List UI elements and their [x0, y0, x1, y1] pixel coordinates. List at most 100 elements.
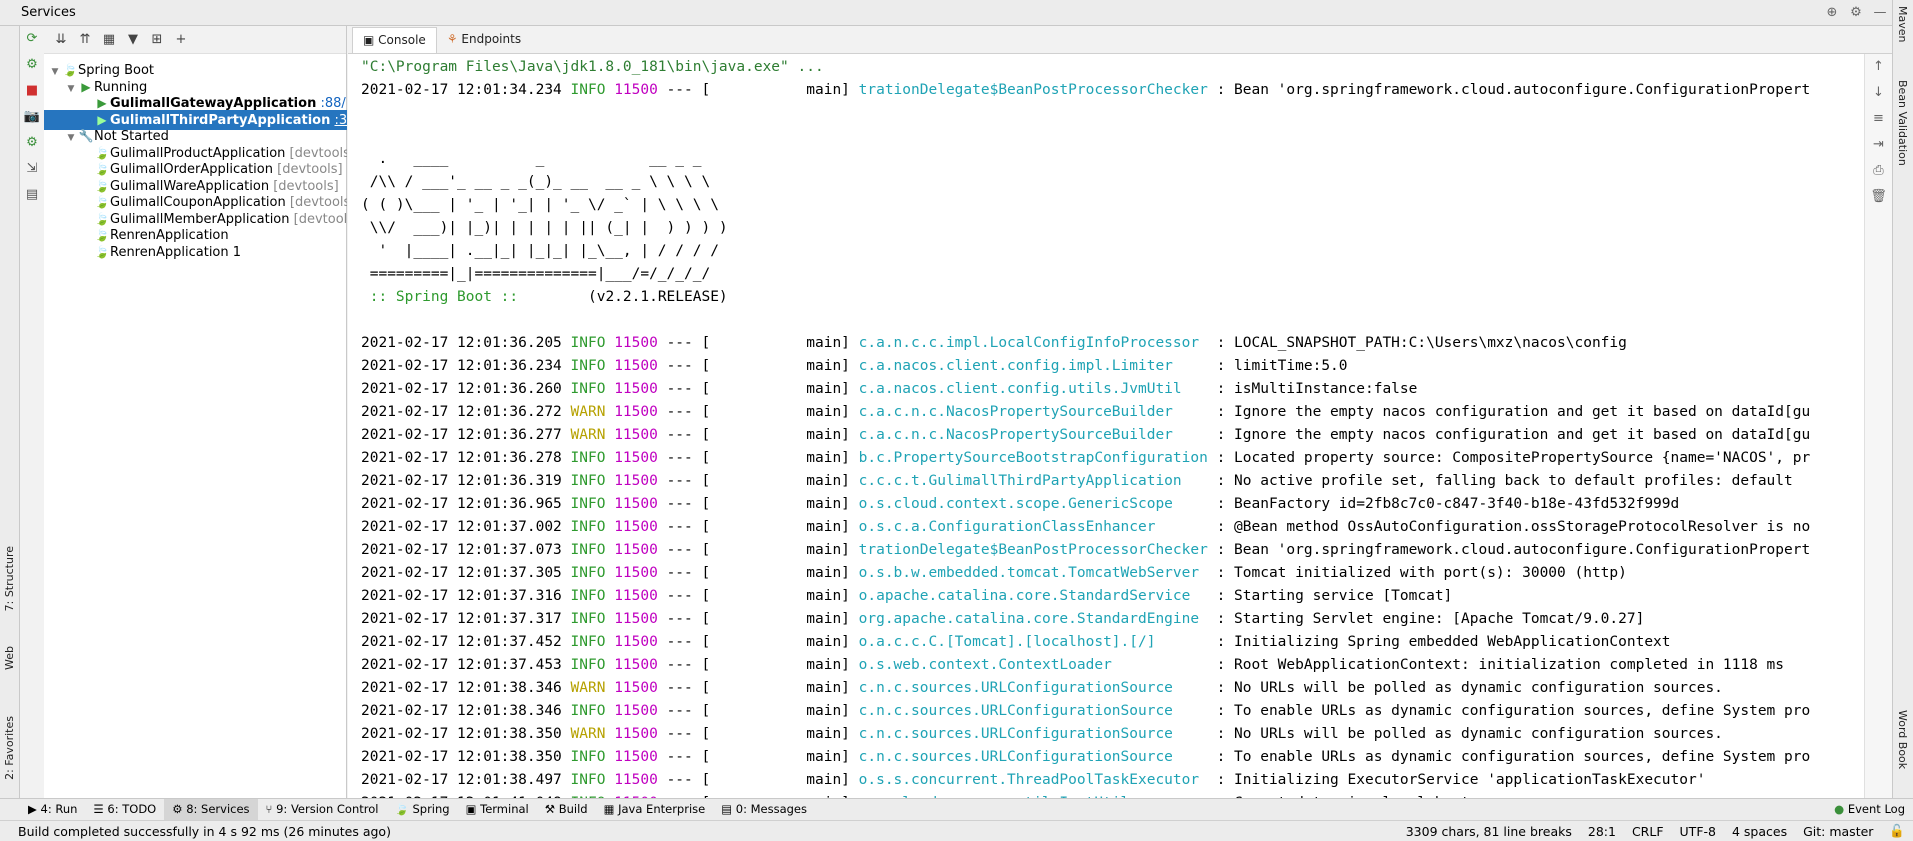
maven-tab[interactable]: Maven	[1896, 6, 1909, 42]
rerun-icon[interactable]: ⟳	[20, 26, 44, 52]
scroll-up-icon[interactable]: ↑	[1865, 54, 1892, 80]
line-separator[interactable]: CRLF	[1624, 824, 1672, 839]
indent-setting[interactable]: 4 spaces	[1724, 824, 1795, 839]
log-pid: 11500	[614, 634, 658, 650]
log-message: : Starting Servlet engine: [Apache Tomca…	[1207, 611, 1645, 627]
expand-all-icon[interactable]: ⇊	[50, 32, 72, 47]
bottom-tab[interactable]: ▤ 0: Messages	[713, 799, 815, 821]
tab-console[interactable]: ▣ Console	[352, 27, 437, 53]
bottom-tab[interactable]: ▦ Java Enterprise	[596, 799, 714, 821]
bottom-tab-icon: 🍃	[394, 801, 409, 816]
bottom-tab[interactable]: ▣ Terminal	[458, 799, 537, 821]
log-timestamp: 2021-02-17 12:01:37.317	[361, 611, 562, 627]
services-toolbar: ⟳ ⚙ ■ 📷 ⚙ ⇲ ▤	[20, 26, 44, 798]
log-logger: c.n.c.sources.URLConfigurationSource	[858, 749, 1208, 765]
console-tabs: ▣ Console ⚘ Endpoints	[348, 26, 1892, 54]
console-panel: ▣ Console ⚘ Endpoints "C:\Program Files\…	[348, 26, 1892, 798]
web-tab[interactable]: Web	[3, 646, 16, 670]
log-timestamp: 2021-02-17 12:01:37.002	[361, 519, 562, 535]
word-book-tab[interactable]: Word Book	[1896, 710, 1909, 769]
debug-icon[interactable]: ⚙	[20, 130, 44, 156]
bottom-tab[interactable]: 🍃 Spring	[386, 799, 457, 821]
bottom-tab-icon: ▤	[721, 801, 733, 816]
log-thread: --- [ main]	[666, 726, 850, 742]
log-level: INFO	[570, 634, 606, 650]
tree-item[interactable]: 🍃RenrenApplication 1	[44, 242, 347, 262]
log-logger: o.s.c.a.ConfigurationClassEnhancer	[858, 519, 1208, 535]
window-title: Services	[21, 5, 76, 20]
soft-wrap-icon[interactable]: ≡	[1865, 106, 1892, 132]
layout-icon[interactable]: ▤	[20, 182, 44, 208]
log-line: 2021-02-17 12:01:36.260 INFO 11500 --- […	[361, 378, 1863, 401]
log-line: 2021-02-17 12:01:36.319 INFO 11500 --- […	[361, 470, 1863, 493]
log-level: WARN	[570, 680, 606, 696]
bottom-tab-icon: ▣	[465, 801, 477, 816]
log-timestamp: 2021-02-17 12:01:36.319	[361, 473, 562, 489]
bottom-tab-label: 0: Messages	[735, 801, 807, 816]
log-line: 2021-02-17 12:01:37.452 INFO 11500 --- […	[361, 631, 1863, 654]
log-timestamp: 2021-02-17 12:01:37.073	[361, 542, 562, 558]
log-level: INFO	[570, 772, 606, 788]
status-message[interactable]: Build completed successfully in 4 s 92 m…	[18, 824, 1398, 839]
log-line: 2021-02-17 12:01:38.346 INFO 11500 --- […	[361, 700, 1863, 723]
file-encoding[interactable]: UTF-8	[1672, 824, 1724, 839]
exit-icon[interactable]: ⇲	[20, 156, 44, 182]
log-pid: 11500	[614, 772, 658, 788]
scroll-down-icon[interactable]: ↓	[1865, 80, 1892, 106]
tab-endpoints-label: Endpoints	[461, 32, 522, 46]
bottom-tab[interactable]: ☰ 6: TODO	[85, 799, 164, 821]
tab-endpoints[interactable]: ⚘ Endpoints	[437, 27, 531, 53]
log-timestamp: 2021-02-17 12:01:36.277	[361, 427, 562, 443]
camera-icon[interactable]: 📷	[20, 104, 44, 130]
event-log-tab[interactable]: ● Event Log	[1826, 799, 1913, 821]
banner-line: ( ( )\___ | '_ | '_| | '_ \/ _` | \ \ \ …	[361, 197, 719, 213]
log-line: 2021-02-17 12:01:37.002 INFO 11500 --- […	[361, 516, 1863, 539]
log-line: 2021-02-17 12:01:36.965 INFO 11500 --- […	[361, 493, 1863, 516]
add-icon[interactable]: +	[170, 32, 192, 47]
print-icon[interactable]: ⎙	[1865, 158, 1892, 184]
bottom-tab[interactable]: ⑂ 9: Version Control	[258, 799, 387, 821]
log-thread: --- [ main]	[666, 450, 850, 466]
group-icon[interactable]: ▦	[98, 32, 120, 47]
right-tool-strip: Maven Bean Validation Word Book	[1892, 0, 1913, 815]
run-config-icon[interactable]: ⚙	[20, 52, 44, 78]
bottom-tab-icon: ⑂	[265, 801, 273, 816]
log-timestamp: 2021-02-17 12:01:36.965	[361, 496, 562, 512]
clear-icon[interactable]: 🗑	[1865, 184, 1892, 210]
log-message: : No URLs will be polled as dynamic conf…	[1207, 726, 1723, 742]
log-level: INFO	[570, 496, 606, 512]
log-level: INFO	[570, 749, 606, 765]
log-pid: 11500	[614, 726, 658, 742]
bottom-tab[interactable]: ⚒ Build	[537, 799, 596, 821]
bottom-tab[interactable]: ▶ 4: Run	[20, 799, 85, 821]
stop-icon[interactable]: ■	[20, 78, 44, 104]
globe-icon[interactable]: ⊕	[1820, 5, 1844, 20]
git-branch[interactable]: Git: master	[1795, 824, 1881, 839]
gear-icon[interactable]: ⚙	[1844, 5, 1868, 20]
bottom-tab-icon: ⚙	[172, 801, 183, 816]
bottom-tab[interactable]: ⚙ 8: Services	[164, 798, 258, 821]
favorites-tab[interactable]: 2: Favorites	[3, 716, 16, 780]
log-thread: --- [ main]	[666, 358, 850, 374]
log-level: INFO	[570, 542, 606, 558]
collapse-all-icon[interactable]: ⇈	[74, 32, 96, 47]
log-pid: 11500	[614, 450, 658, 466]
scroll-to-end-icon[interactable]: ⇥	[1865, 132, 1892, 158]
lock-icon[interactable]: 🔓	[1881, 823, 1913, 839]
log-lines: 2021-02-17 12:01:36.205 INFO 11500 --- […	[361, 332, 1863, 798]
log-message: : BeanFactory id=2fb8c7c0-c847-3f40-b18e…	[1207, 496, 1680, 512]
log-pid: 11500	[614, 335, 658, 351]
log-pid: 11500	[614, 496, 658, 512]
cursor-position[interactable]: 28:1	[1580, 824, 1624, 839]
filter-icon[interactable]: ▼	[122, 32, 144, 47]
bean-validation-tab[interactable]: Bean Validation	[1896, 80, 1909, 166]
log-logger: c.a.n.c.c.impl.LocalConfigInfoProcessor	[858, 335, 1208, 351]
log-line: 2021-02-17 12:01:38.346 WARN 11500 --- […	[361, 677, 1863, 700]
log-timestamp: 2021-02-17 12:01:38.350	[361, 749, 562, 765]
structure-tab[interactable]: 7: Structure	[3, 546, 16, 611]
console-output[interactable]: "C:\Program Files\Java\jdk1.8.0_181\bin\…	[348, 54, 1863, 798]
bottom-tab-icon: ▦	[603, 801, 615, 816]
new-tab-icon[interactable]: ⊞	[146, 32, 168, 47]
log-pid: 11500	[614, 703, 658, 719]
minimize-icon[interactable]: —	[1868, 5, 1892, 20]
